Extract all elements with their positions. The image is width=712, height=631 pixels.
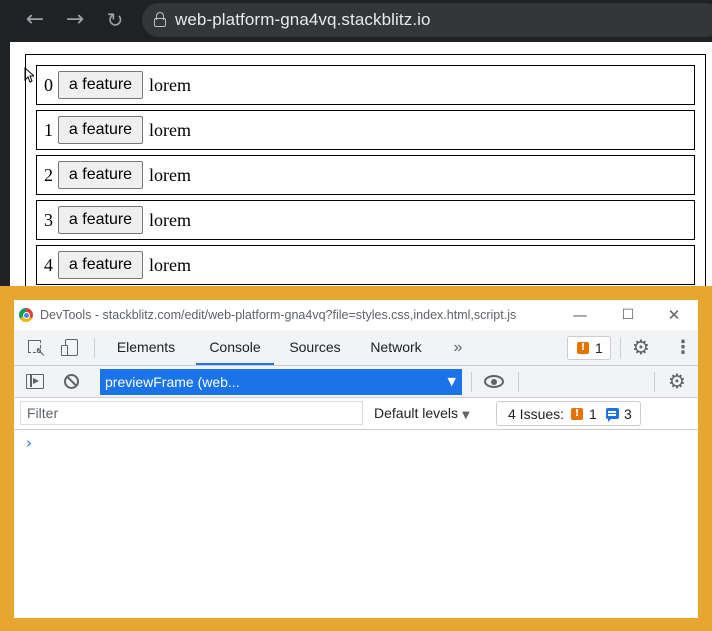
issues-badge-button[interactable]: ! 1 — [567, 336, 611, 360]
log-levels-label: Default levels — [374, 405, 459, 421]
warning-count: 1 — [589, 406, 597, 422]
dropdown-arrow-icon: ▼ — [447, 375, 456, 388]
context-select[interactable]: previewFrame (web... ▼ — [100, 369, 462, 395]
feature-button[interactable]: a feature — [58, 251, 143, 279]
close-button[interactable]: ✕ — [664, 305, 684, 325]
device-toolbar-icon[interactable] — [60, 338, 82, 358]
address-bar[interactable]: web-platform-gna4vq.stackblitz.io — [142, 3, 712, 37]
dropdown-arrow-icon: ▼ — [462, 410, 470, 421]
row-text: lorem — [149, 255, 191, 275]
row-index: 1 — [44, 120, 53, 140]
row-text: lorem — [149, 120, 191, 140]
row-index: 0 — [44, 75, 53, 95]
divider — [654, 372, 655, 392]
divider — [620, 338, 621, 358]
row-text: lorem — [149, 75, 191, 95]
tab-sources[interactable]: Sources — [282, 330, 348, 365]
more-menu-icon[interactable]: ⋮ — [674, 338, 692, 358]
feature-button[interactable]: a feature — [58, 116, 143, 144]
issues-badge-count: 1 — [595, 340, 603, 356]
minimize-button[interactable]: — — [570, 305, 590, 325]
warning-icon: ! — [571, 408, 583, 420]
inspect-element-icon[interactable]: ↖ — [26, 338, 48, 360]
divider — [471, 372, 472, 392]
issues-count-button[interactable]: 4 Issues: ! 1 3 — [496, 401, 641, 426]
info-message-icon — [606, 408, 619, 422]
live-expression-eye-icon[interactable] — [484, 375, 504, 388]
url-text[interactable]: web-platform-gna4vq.stackblitz.io — [175, 10, 431, 30]
reload-button[interactable]: ↻ — [102, 7, 128, 33]
warning-icon: ! — [577, 342, 589, 354]
log-levels-dropdown[interactable]: Default levels ▼ — [374, 405, 470, 421]
issues-count-label: 4 Issues: — [508, 406, 565, 422]
settings-gear-icon[interactable]: ⚙ — [632, 337, 650, 357]
maximize-button[interactable]: ☐ — [618, 305, 638, 325]
console-filterbar: Default levels▼ 4 Issues: ! 1 3 — [14, 398, 698, 430]
row-index: 2 — [44, 165, 53, 185]
browser-toolbar: ← → ↻ web-platform-gna4vq.stackblitz.io — [0, 0, 712, 42]
console-settings-gear-icon[interactable]: ⚙ — [668, 371, 686, 391]
back-button[interactable]: ← — [22, 7, 48, 33]
row-index: 3 — [44, 210, 53, 230]
clear-console-icon[interactable] — [64, 374, 79, 389]
more-tabs-icon[interactable]: » — [448, 330, 468, 365]
window-title: DevTools - stackblitz.com/edit/web-platf… — [40, 308, 517, 322]
show-sidebar-icon[interactable] — [26, 374, 44, 389]
divider — [94, 338, 95, 358]
list-item: 3 a feature lorem — [36, 200, 695, 240]
tab-network[interactable]: Network — [362, 330, 430, 365]
feature-button[interactable]: a feature — [58, 206, 143, 234]
divider — [518, 372, 519, 392]
page-viewport: 0 a feature lorem 1 a feature lorem 2 a … — [10, 42, 712, 294]
list-item: 0 a feature lorem — [36, 65, 695, 105]
console-toolbar: previewFrame (web... ▼ — [14, 366, 698, 398]
row-index: 4 — [44, 255, 53, 275]
feature-button[interactable]: a feature — [58, 71, 143, 99]
filter-input[interactable] — [20, 401, 363, 425]
feature-button[interactable]: a feature — [58, 161, 143, 189]
tab-console[interactable]: Console — [196, 330, 274, 365]
info-count: 3 — [624, 406, 632, 422]
devtools-titlebar[interactable]: DevTools - stackblitz.com/edit/web-platf… — [14, 300, 698, 330]
context-select-value: previewFrame (web... — [105, 374, 240, 390]
console-output[interactable]: › — [14, 430, 698, 618]
feature-list: 0 a feature lorem 1 a feature lorem 2 a … — [25, 54, 706, 294]
row-text: lorem — [149, 210, 191, 230]
console-prompt-icon[interactable]: › — [26, 434, 32, 452]
list-item: 2 a feature lorem — [36, 155, 695, 195]
lock-icon[interactable] — [154, 12, 166, 28]
row-text: lorem — [149, 165, 191, 185]
forward-button[interactable]: → — [62, 7, 88, 33]
chrome-logo-icon — [19, 308, 33, 322]
tab-elements[interactable]: Elements — [106, 330, 186, 365]
devtools-window: DevTools - stackblitz.com/edit/web-platf… — [14, 300, 698, 618]
devtools-tabbar: ↖ Elements Console Sources Network » ! 1 — [14, 330, 698, 366]
list-item: 4 a feature lorem — [36, 245, 695, 285]
list-item: 1 a feature lorem — [36, 110, 695, 150]
